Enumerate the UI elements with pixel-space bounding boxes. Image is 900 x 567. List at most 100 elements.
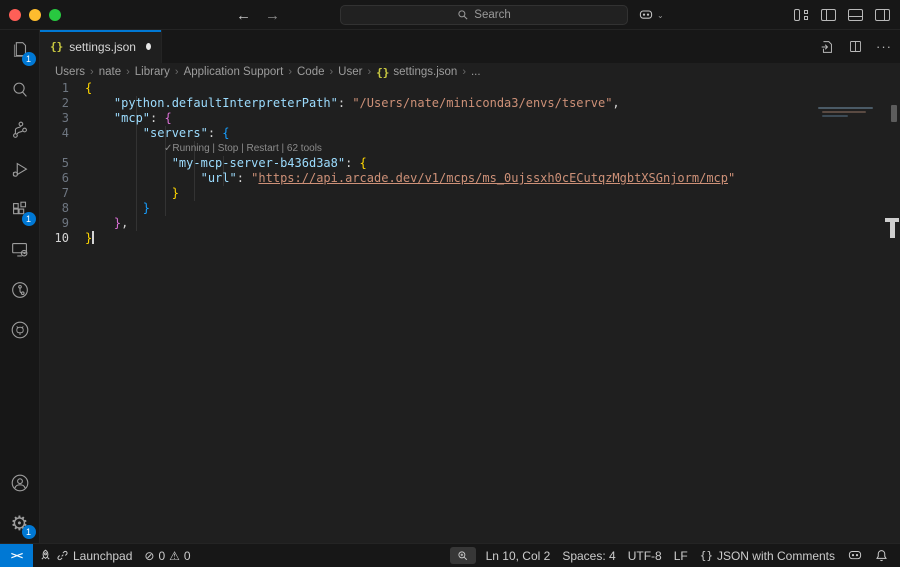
code-line-content: "my-mcp-server-b436d3a8": { xyxy=(85,156,367,171)
encoding-label: UTF-8 xyxy=(628,549,662,563)
search-tab[interactable] xyxy=(0,70,40,110)
layout-icon-dot xyxy=(804,10,808,14)
account-icon xyxy=(9,472,31,494)
remote-explorer-icon xyxy=(9,239,31,261)
language-mode-indicator[interactable]: {} JSON with Comments xyxy=(694,544,841,567)
bell-icon xyxy=(875,549,888,562)
breadcrumb-file-label: settings.json xyxy=(393,66,457,78)
more-actions-button[interactable]: ··· xyxy=(876,39,892,54)
notifications-button[interactable] xyxy=(869,544,894,567)
copilot-icon xyxy=(638,8,654,22)
breadcrumb-item[interactable]: Code xyxy=(297,66,325,78)
toggle-secondary-sidebar-button[interactable] xyxy=(875,9,890,21)
copilot-menu-button[interactable]: ⌄ xyxy=(638,5,664,25)
code-line-content: } xyxy=(85,186,179,201)
search-icon xyxy=(9,79,31,101)
json-file-icon: {} xyxy=(50,40,63,53)
tab-settings-json[interactable]: {} settings.json xyxy=(40,30,162,63)
launchpad-button[interactable]: Launchpad xyxy=(33,544,138,567)
breadcrumb-separator: › xyxy=(288,66,292,78)
language-label: JSON with Comments xyxy=(717,549,835,563)
modified-dot-icon[interactable] xyxy=(146,43,151,50)
github-tab[interactable] xyxy=(0,310,40,350)
extensions-tab[interactable]: 1 xyxy=(0,190,40,230)
eol-label: LF xyxy=(674,549,688,563)
code-line-content: "mcp": { xyxy=(85,111,172,126)
settings-button[interactable]: ⚙ 1 xyxy=(0,503,40,543)
maximize-window-button[interactable] xyxy=(49,9,61,21)
split-editor-button[interactable] xyxy=(848,39,863,54)
open-settings-ui-button[interactable] xyxy=(819,39,835,55)
line-number: 9 xyxy=(40,216,85,231)
command-center-search[interactable]: Search xyxy=(340,5,628,25)
history-forward-button[interactable]: → xyxy=(265,7,280,24)
breadcrumb-item[interactable]: nate xyxy=(99,66,121,78)
warnings-count: 0 xyxy=(184,549,191,563)
history-back-button[interactable]: ← xyxy=(236,7,251,24)
code-line[interactable]: 7 } xyxy=(40,186,900,201)
problems-indicator[interactable]: ⊘ 0 ⚠ 0 xyxy=(138,544,196,567)
code-editor[interactable]: 1{2 "python.defaultInterpreterPath": "/U… xyxy=(40,81,900,543)
run-debug-icon xyxy=(9,159,31,181)
code-line[interactable]: 8 } xyxy=(40,201,900,216)
indentation-indicator[interactable]: Spaces: 4 xyxy=(556,544,621,567)
code-line-content: "servers": { xyxy=(85,126,230,141)
breadcrumb-item[interactable]: Library xyxy=(135,66,170,78)
toggle-panel-button[interactable] xyxy=(848,9,863,21)
vscode-window: ← → Search ⌄ xyxy=(0,0,900,567)
minimize-window-button[interactable] xyxy=(29,9,41,21)
cursor-position-label: Ln 10, Col 2 xyxy=(486,549,551,563)
code-line-content: "url": "https://api.arcade.dev/v1/mcps/m… xyxy=(85,171,735,186)
breadcrumb-item[interactable]: Application Support xyxy=(184,66,284,78)
code-line[interactable]: 10} xyxy=(40,231,900,246)
breadcrumb-file[interactable]: {} settings.json xyxy=(376,66,457,79)
accounts-button[interactable] xyxy=(0,463,40,503)
source-control-tab[interactable] xyxy=(0,110,40,150)
breadcrumb-item[interactable]: Users xyxy=(55,66,85,78)
breadcrumb-separator: › xyxy=(367,66,371,78)
commit-graph-tab[interactable] xyxy=(0,270,40,310)
breadcrumb-symbol[interactable]: ... xyxy=(471,66,481,78)
code-line[interactable]: 1{ xyxy=(40,81,900,96)
breadcrumb-item[interactable]: User xyxy=(338,66,362,78)
remote-indicator[interactable]: >< xyxy=(0,544,33,567)
circle-branch-icon xyxy=(9,279,31,301)
line-number: 2 xyxy=(40,96,85,111)
toggle-primary-sidebar-button[interactable] xyxy=(821,9,836,21)
codelens[interactable]: ✓Running | Stop | Restart | 62 tools xyxy=(40,141,900,156)
code-line[interactable]: 4 "servers": { xyxy=(40,126,900,141)
cursor-position-indicator[interactable]: Ln 10, Col 2 xyxy=(480,544,557,567)
run-debug-tab[interactable] xyxy=(0,150,40,190)
customize-layout-button[interactable] xyxy=(794,9,809,21)
overview-ruler-cursor-marker xyxy=(885,218,899,222)
code-line[interactable]: 2 "python.defaultInterpreterPath": "/Use… xyxy=(40,96,900,111)
layout-icon xyxy=(794,9,800,21)
minimap[interactable] xyxy=(818,105,878,125)
explorer-badge: 1 xyxy=(22,52,36,66)
encoding-indicator[interactable]: UTF-8 xyxy=(622,544,668,567)
tab-bar: {} settings.json ··· xyxy=(40,30,900,63)
title-bar: ← → Search ⌄ xyxy=(0,0,900,30)
editor-group: {} settings.json ··· Users › nate › Library ›… xyxy=(40,30,900,543)
errors-icon: ⊘ xyxy=(144,549,154,563)
eol-indicator[interactable]: LF xyxy=(668,544,694,567)
code-line[interactable]: 5 "my-mcp-server-b436d3a8": { xyxy=(40,156,900,171)
remote-explorer-tab[interactable] xyxy=(0,230,40,270)
breadcrumb-separator: › xyxy=(330,66,334,78)
scrollbar-thumb[interactable] xyxy=(891,105,897,122)
zoom-indicator[interactable] xyxy=(450,547,476,564)
text-cursor xyxy=(92,231,94,244)
code-line[interactable]: 9 }, xyxy=(40,216,900,231)
warnings-icon: ⚠ xyxy=(169,549,180,563)
code-line[interactable]: 3 "mcp": { xyxy=(40,111,900,126)
line-number: 5 xyxy=(40,156,85,171)
status-bar: >< Launchpad ⊘ 0 ⚠ 0 xyxy=(0,543,900,567)
window-controls xyxy=(9,9,61,21)
breadcrumb-separator: › xyxy=(175,66,179,78)
code-line[interactable]: 6 "url": "https://api.arcade.dev/v1/mcps… xyxy=(40,171,900,186)
close-window-button[interactable] xyxy=(9,9,21,21)
copilot-status-button[interactable] xyxy=(841,544,869,567)
extensions-badge: 1 xyxy=(22,212,36,226)
explorer-tab[interactable]: 1 xyxy=(0,30,40,70)
search-placeholder: Search xyxy=(474,9,510,21)
